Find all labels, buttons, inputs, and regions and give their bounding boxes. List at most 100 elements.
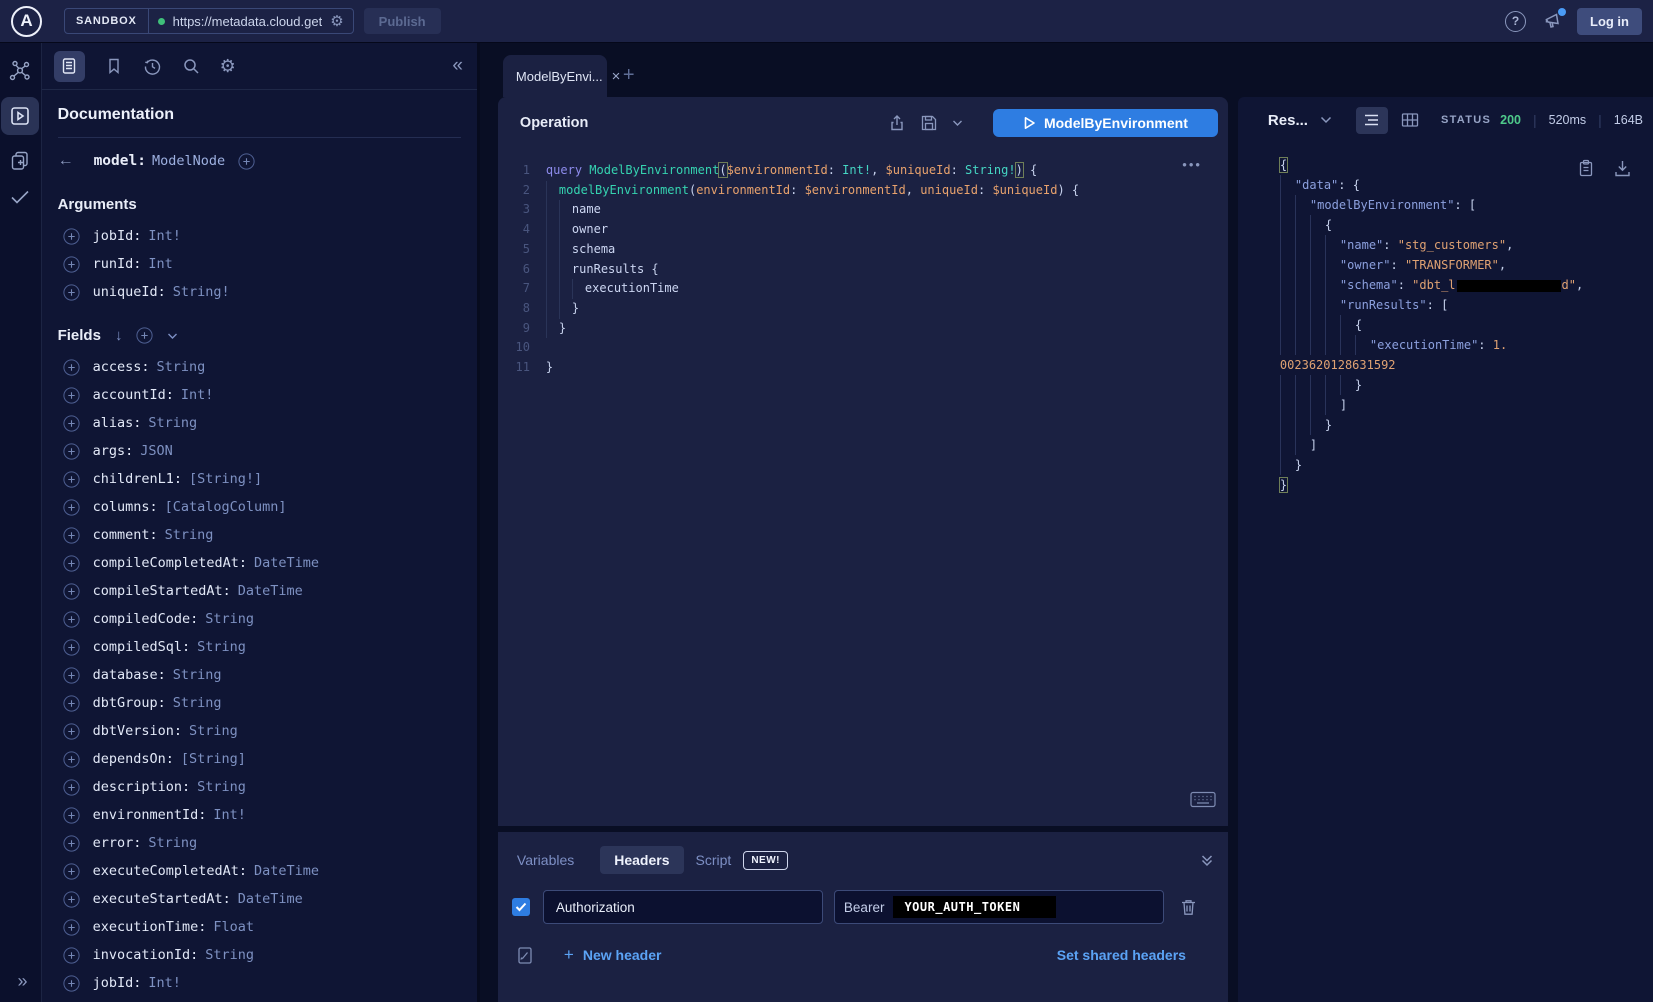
edit-headers-document-icon[interactable]: [516, 946, 534, 965]
add-field-to-query-button[interactable]: [63, 228, 80, 245]
add-field-to-query-button[interactable]: [63, 284, 80, 301]
search-icon[interactable]: [182, 57, 200, 75]
field-type-link[interactable]: String: [197, 779, 246, 795]
fields-options-chevron-icon[interactable]: [167, 332, 178, 340]
field-name[interactable]: accountId:: [93, 387, 174, 403]
add-field-to-query-button[interactable]: [63, 891, 80, 908]
add-field-to-query-button[interactable]: [63, 555, 80, 572]
add-field-to-query-button[interactable]: [63, 527, 80, 544]
field-name[interactable]: jobId:: [93, 228, 142, 244]
field-type-link[interactable]: DateTime: [254, 555, 319, 571]
field-name[interactable]: invocationId:: [93, 947, 199, 963]
field-name[interactable]: jobId:: [93, 975, 142, 991]
graphql-editor[interactable]: 1query ModelByEnvironment($environmentId…: [498, 149, 1228, 826]
field-name[interactable]: dbtVersion:: [93, 723, 182, 739]
field-type-link[interactable]: String: [197, 639, 246, 655]
field-type-link[interactable]: String: [189, 723, 238, 739]
field-type-link[interactable]: String: [173, 695, 222, 711]
field-name[interactable]: executeStartedAt:: [93, 891, 231, 907]
add-field-to-query-button[interactable]: [63, 443, 80, 460]
code-line[interactable]: 11}: [498, 358, 1228, 378]
add-field-to-query-button[interactable]: [63, 695, 80, 712]
rail-item-schema[interactable]: [8, 59, 32, 83]
field-type-link[interactable]: JSON: [140, 443, 173, 459]
tab-headers-active[interactable]: Headers: [600, 846, 683, 874]
response-body[interactable]: {"data": {"modelByEnvironment": [{"name"…: [1238, 143, 1653, 1002]
add-field-to-query-button[interactable]: [63, 471, 80, 488]
help-icon[interactable]: ?: [1505, 11, 1526, 32]
code-line[interactable]: 4owner: [498, 220, 1228, 240]
save-options-chevron-icon[interactable]: [952, 119, 963, 127]
publish-button[interactable]: Publish: [364, 8, 441, 34]
save-operation-icon[interactable]: [920, 114, 938, 132]
new-header-button[interactable]: + New header: [564, 945, 662, 965]
response-options-chevron-icon[interactable]: [1320, 116, 1332, 124]
add-field-to-query-button[interactable]: [63, 415, 80, 432]
new-tab-button[interactable]: +: [623, 65, 635, 85]
breadcrumb-type-link[interactable]: ModelNode: [152, 153, 225, 169]
field-name[interactable]: executionTime:: [93, 919, 207, 935]
field-type-link[interactable]: Int!: [148, 228, 181, 244]
code-line[interactable]: 3name: [498, 200, 1228, 220]
add-field-to-query-button[interactable]: [63, 919, 80, 936]
field-name[interactable]: childrenL1:: [93, 471, 182, 487]
add-field-to-query-button[interactable]: [63, 751, 80, 768]
operation-tab-active[interactable]: ModelByEnvi... ×: [503, 55, 607, 97]
close-tab-icon[interactable]: ×: [612, 68, 621, 85]
add-field-to-query-button[interactable]: [63, 863, 80, 880]
field-name[interactable]: compiledCode:: [93, 611, 199, 627]
field-type-link[interactable]: String!: [173, 284, 230, 300]
keyboard-shortcuts-icon[interactable]: [1190, 791, 1216, 808]
field-type-link[interactable]: DateTime: [238, 891, 303, 907]
announcements-megaphone-icon[interactable]: [1543, 11, 1563, 31]
delete-header-icon[interactable]: [1180, 898, 1197, 916]
code-line[interactable]: 10: [498, 338, 1228, 358]
header-value-input[interactable]: Bearer YOUR_AUTH_TOKEN: [834, 890, 1164, 924]
add-all-fields-button[interactable]: [136, 327, 153, 344]
field-type-link[interactable]: DateTime: [238, 583, 303, 599]
field-name[interactable]: alias:: [93, 415, 142, 431]
add-field-to-query-button[interactable]: [63, 611, 80, 628]
code-line[interactable]: 8}: [498, 299, 1228, 319]
doc-scroll-area[interactable]: Documentation ← model: ModelNode Argumen…: [42, 90, 477, 1002]
field-type-link[interactable]: Int!: [213, 807, 246, 823]
run-operation-button[interactable]: ModelByEnvironment: [993, 109, 1218, 137]
editor-menu-ellipsis-icon[interactable]: •••: [1182, 157, 1202, 172]
collapse-request-panel-icon[interactable]: [1200, 853, 1214, 867]
collapse-panel-icon[interactable]: «: [452, 55, 463, 77]
field-type-link[interactable]: Int: [148, 256, 172, 272]
field-name[interactable]: uniqueId:: [93, 284, 166, 300]
set-shared-headers-link[interactable]: Set shared headers: [1057, 947, 1186, 963]
copy-response-icon[interactable]: [1578, 159, 1594, 177]
field-name[interactable]: columns:: [93, 499, 158, 515]
field-type-link[interactable]: String: [156, 359, 205, 375]
field-name[interactable]: runId:: [93, 256, 142, 272]
code-line[interactable]: 7executionTime: [498, 279, 1228, 299]
field-name[interactable]: executeCompletedAt:: [93, 863, 247, 879]
add-field-to-query-button[interactable]: [63, 723, 80, 740]
field-name[interactable]: args:: [93, 443, 134, 459]
code-line[interactable]: 5schema: [498, 240, 1228, 260]
add-field-to-query-button[interactable]: [63, 387, 80, 404]
table-view-toggle-icon[interactable]: [1401, 112, 1419, 128]
add-field-to-query-button[interactable]: [63, 639, 80, 656]
field-name[interactable]: compiledSql:: [93, 639, 191, 655]
rail-item-checks[interactable]: [8, 185, 32, 209]
add-field-to-query-button[interactable]: [63, 359, 80, 376]
endpoint-url[interactable]: https://metadata.cloud.get: [173, 14, 323, 29]
field-name[interactable]: comment:: [93, 527, 158, 543]
field-type-link[interactable]: Int!: [148, 975, 181, 991]
add-field-to-query-button[interactable]: [63, 779, 80, 796]
sort-fields-icon[interactable]: ↓: [115, 327, 123, 344]
add-type-to-query-button[interactable]: [238, 153, 255, 170]
add-field-to-query-button[interactable]: [63, 256, 80, 273]
field-name[interactable]: dbtGroup:: [93, 695, 166, 711]
rail-item-collections[interactable]: [9, 149, 31, 171]
field-type-link[interactable]: String: [148, 415, 197, 431]
field-name[interactable]: environmentId:: [93, 807, 207, 823]
login-button[interactable]: Log in: [1577, 8, 1642, 35]
history-icon[interactable]: [143, 57, 162, 76]
code-line[interactable]: 2modelByEnvironment(environmentId: $envi…: [498, 181, 1228, 201]
share-operation-icon[interactable]: [888, 114, 906, 132]
field-type-link[interactable]: String: [148, 835, 197, 851]
